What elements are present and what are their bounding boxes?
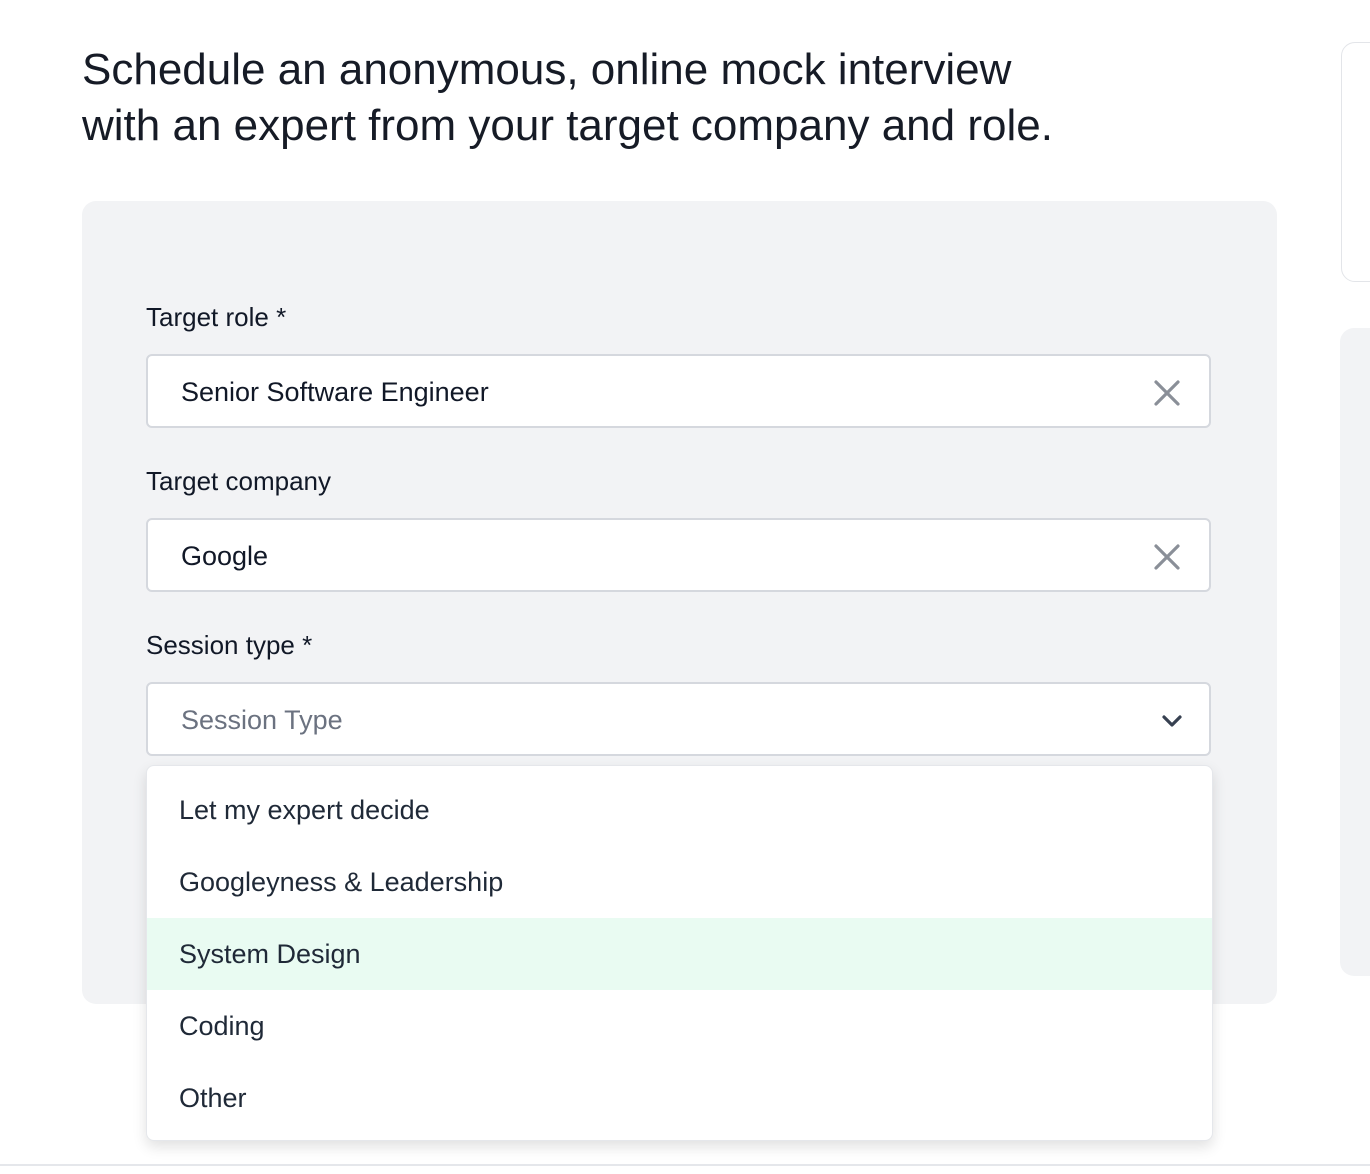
option-googleyness-leadership[interactable]: Googleyness & Leadership	[147, 846, 1212, 918]
side-panel-card-secondary	[1340, 328, 1370, 976]
target-company-input[interactable]: Google	[146, 518, 1211, 592]
footer-divider	[0, 1164, 1370, 1166]
chevron-down-icon	[1162, 715, 1182, 727]
target-company-label: Target company	[146, 466, 331, 496]
session-type-toggle[interactable]	[1159, 709, 1185, 733]
option-coding[interactable]: Coding	[147, 990, 1212, 1062]
side-panel-card	[1341, 42, 1370, 282]
page-headline: Schedule an anonymous, online mock inter…	[82, 42, 1232, 154]
clear-target-company-button[interactable]	[1153, 543, 1181, 571]
headline-line-1: Schedule an anonymous, online mock inter…	[82, 45, 1012, 94]
close-x-icon	[1154, 544, 1180, 570]
target-role-input[interactable]: Senior Software Engineer	[146, 354, 1211, 428]
option-let-my-expert-decide[interactable]: Let my expert decide	[147, 774, 1212, 846]
option-system-design[interactable]: System Design	[147, 918, 1212, 990]
target-role-label: Target role *	[146, 302, 287, 332]
target-role-value: Senior Software Engineer	[181, 377, 489, 407]
session-type-label: Session type *	[146, 630, 313, 660]
close-x-icon	[1154, 380, 1180, 406]
session-type-dropdown: Let my expert decide Googleyness & Leade…	[146, 765, 1213, 1141]
target-company-value: Google	[181, 541, 269, 571]
headline-line-2: with an expert from your target company …	[82, 101, 1053, 150]
session-type-select[interactable]: Session Type	[146, 682, 1211, 756]
session-type-placeholder: Session Type	[181, 705, 343, 735]
clear-target-role-button[interactable]	[1153, 379, 1181, 407]
option-other[interactable]: Other	[147, 1062, 1212, 1134]
